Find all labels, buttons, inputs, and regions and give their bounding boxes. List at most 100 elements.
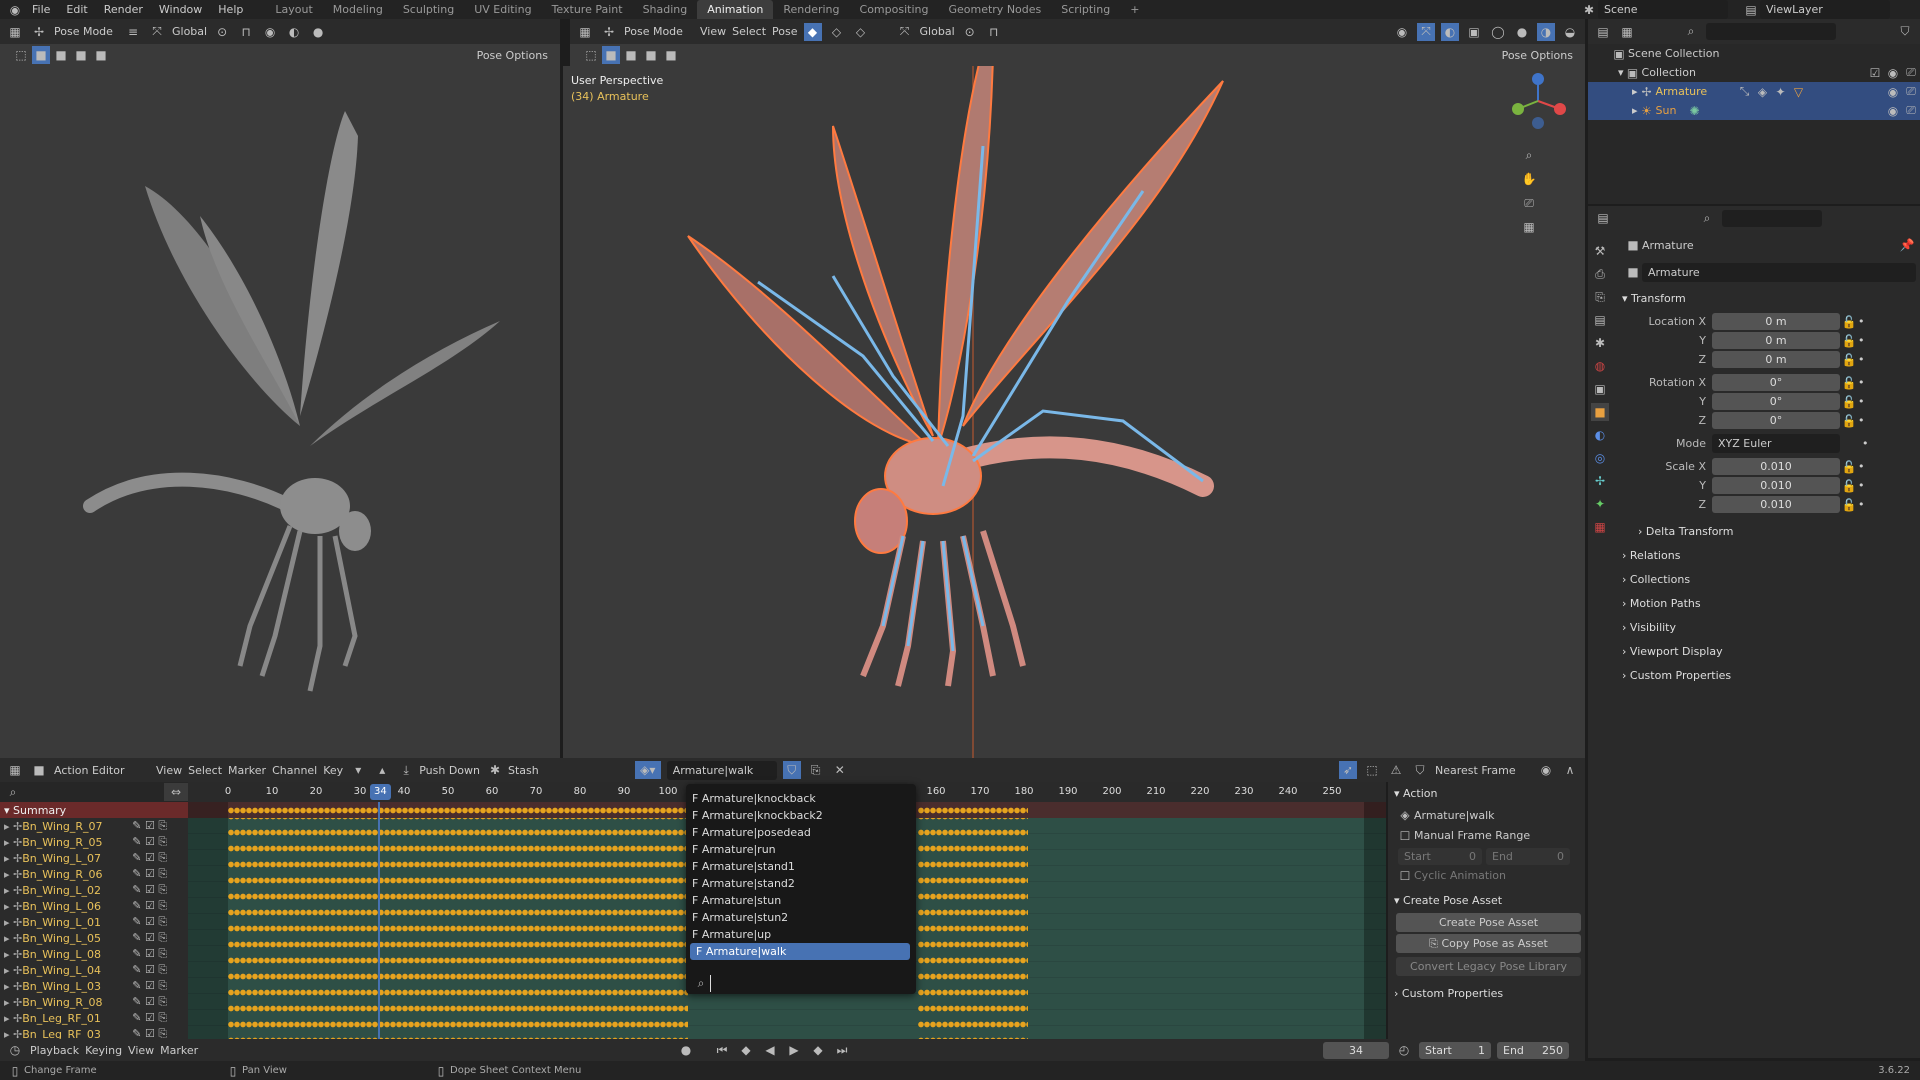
output-tab-icon[interactable]: ⎘ [1591, 288, 1609, 306]
menu-view[interactable]: View [156, 764, 182, 777]
snap-mode-selector[interactable]: Nearest Frame [1435, 764, 1531, 777]
keyframe-dot[interactable]: • [1858, 334, 1865, 347]
select-subtract-icon[interactable]: ■ [72, 46, 90, 64]
checkbox-icon[interactable]: ☐ [1396, 827, 1414, 845]
lock-icon[interactable]: 🔓 [1840, 374, 1858, 392]
unlink-action-icon[interactable]: ✕ [831, 761, 849, 779]
push-down-button[interactable]: ⤓ Push Down [397, 761, 480, 779]
collections-header[interactable]: › Collections [1616, 567, 1916, 591]
left-3d-viewport[interactable] [0, 66, 560, 758]
manual-frame-range-row[interactable]: ☐ Manual Frame Range [1388, 826, 1585, 845]
blender-logo-icon[interactable]: ◉ [6, 1, 24, 19]
custom-properties-header[interactable]: › Custom Properties [1616, 663, 1916, 687]
menu-pose[interactable]: Pose [772, 25, 797, 38]
duplicate-action-icon[interactable]: ⎘ [807, 761, 825, 779]
scene-selector[interactable]: Scene [1598, 0, 1728, 19]
menu-keying[interactable]: Keying [85, 1044, 122, 1057]
menu-render[interactable]: Render [96, 0, 151, 19]
world-tab-icon[interactable]: ◍ [1591, 357, 1609, 375]
tab-animation[interactable]: Animation [697, 0, 774, 19]
custom-props-header[interactable]: › Custom Properties [1388, 982, 1585, 1004]
jump-start-icon[interactable]: ⏮ [713, 1041, 731, 1059]
action-item[interactable]: F Armature|knockback [686, 790, 916, 807]
navigation-gizmo[interactable] [1508, 71, 1568, 131]
tab-scripting[interactable]: Scripting [1051, 0, 1120, 19]
select-subtract-icon[interactable]: ■ [642, 46, 660, 64]
keyframe-dot[interactable]: • [1862, 437, 1869, 450]
clock-icon[interactable]: ◷ [6, 1041, 24, 1059]
lock-icon[interactable]: 🔓 [1840, 313, 1858, 331]
lock-icon[interactable]: 🔓 [1840, 351, 1858, 369]
tab-rendering[interactable]: Rendering [773, 0, 849, 19]
left-orientation-selector[interactable]: Global [172, 25, 207, 38]
errors-icon[interactable]: ⚠ [1387, 761, 1405, 779]
channel-row[interactable]: ▸ ✢ Bn_Wing_L_03 ✎ ☑ ⎘ [0, 978, 188, 994]
prev-keyframe-icon[interactable]: ◆ [737, 1041, 755, 1059]
channel-row[interactable]: ▸ ✢ Bn_Wing_L_02 ✎ ☑ ⎘ [0, 882, 188, 898]
editor-type-icon[interactable]: ▦ [576, 23, 594, 41]
select-box-icon[interactable]: ⬚ [582, 46, 600, 64]
end-frame-field[interactable]: End 250 [1497, 1041, 1569, 1059]
scale-z-field[interactable]: 0.010 [1712, 496, 1840, 513]
current-frame-field[interactable]: 34 [1323, 1041, 1389, 1059]
collection-tab-icon[interactable]: ▣ [1591, 380, 1609, 398]
channel-row[interactable]: ▸ ✢ Bn_Wing_R_07 ✎ ☑ ⎘ [0, 818, 188, 834]
copy-pose-asset-button[interactable]: ⎘ Copy Pose as Asset [1396, 934, 1581, 953]
main-mode-selector[interactable]: Pose Mode [624, 25, 694, 38]
checkbox-icon[interactable]: ☑ [1866, 64, 1884, 82]
collection-row[interactable]: ▾ ▣ Collection ☑ ◉ ⎚ [1588, 63, 1920, 82]
keyframe-dot[interactable]: • [1858, 414, 1865, 427]
editor-type-icon[interactable]: ▤ [1594, 209, 1612, 227]
pose-asset-header[interactable]: ▾ Create Pose Asset [1388, 889, 1585, 911]
channel-row[interactable]: ▸ ✢ Bn_Wing_L_01 ✎ ☑ ⎘ [0, 914, 188, 930]
scene-tab-icon[interactable]: ✱ [1591, 334, 1609, 352]
camera-icon[interactable]: ⎚ [1902, 102, 1920, 120]
keying-set-icon[interactable]: ◇ [852, 23, 870, 41]
prev-layer-icon[interactable]: ▾ [349, 761, 367, 779]
overlay-icon[interactable]: ◐ [285, 23, 303, 41]
keyframe-dot[interactable]: • [1858, 395, 1865, 408]
channel-row[interactable]: ▸ ✢ Bn_Wing_L_07 ✎ ☑ ⎘ [0, 850, 188, 866]
pivot-icon[interactable]: ⊙ [961, 23, 979, 41]
action-panel-header[interactable]: ▾ Action [1388, 782, 1585, 804]
record-icon[interactable]: ● [677, 1041, 695, 1059]
location-y-field[interactable]: 0 m [1712, 332, 1840, 349]
rotation-x-field[interactable]: 0° [1712, 374, 1840, 391]
lock-icon[interactable]: 🔓 [1840, 477, 1858, 495]
tab-uv-editing[interactable]: UV Editing [464, 0, 541, 19]
rotation-y-field[interactable]: 0° [1712, 393, 1840, 410]
channel-row[interactable]: ▸ ✢ Bn_Leg_RF_01 ✎ ☑ ⎘ [0, 1010, 188, 1026]
channel-row[interactable]: ▸ ✢ Bn_Wing_R_05 ✎ ☑ ⎘ [0, 834, 188, 850]
keyframe-dot[interactable]: • [1858, 460, 1865, 473]
menu-edit[interactable]: Edit [58, 0, 95, 19]
menu-select[interactable]: Select [732, 25, 766, 38]
action-name-field[interactable]: Armature|walk [666, 760, 777, 780]
camera-icon[interactable]: ⎚ [1520, 194, 1538, 212]
summary-channel[interactable]: ▾ Summary [0, 802, 188, 818]
rotation-z-field[interactable]: 0° [1712, 412, 1840, 429]
overlay-icon[interactable]: ◐ [1441, 22, 1459, 41]
visibility-header[interactable]: › Visibility [1616, 615, 1916, 639]
keyframe-dot[interactable]: • [1858, 353, 1865, 366]
action-browse-icon[interactable]: ◈▾ [634, 761, 661, 779]
play-icon[interactable]: ▶ [785, 1041, 803, 1059]
filter-icon[interactable]: ⛉ [1896, 23, 1914, 41]
menu-select[interactable]: Select [188, 764, 222, 777]
menu-help[interactable]: Help [210, 0, 251, 19]
select-extend-icon[interactable]: ■ [52, 46, 70, 64]
view-layer-tab-icon[interactable]: ▤ [1591, 311, 1609, 329]
keyframe-dot[interactable]: • [1858, 376, 1865, 389]
collapse-icon[interactable]: ▾ [4, 804, 13, 817]
tab-compositing[interactable]: Compositing [850, 0, 939, 19]
keyframe-dot[interactable]: • [1858, 479, 1865, 492]
action-item[interactable]: F Armature|knockback2 [686, 807, 916, 824]
start-frame-field[interactable]: Start 1 [1419, 1041, 1491, 1059]
physics-tab-icon[interactable]: ◎ [1591, 449, 1609, 467]
hand-pan-icon[interactable]: ✋ [1520, 170, 1538, 188]
visibility-icon[interactable]: ◉ [261, 23, 279, 41]
tool-tab-icon[interactable]: ⚒ [1591, 242, 1609, 260]
rotation-mode-select[interactable]: XYZ Euler [1712, 434, 1840, 453]
eye-icon[interactable]: ◉ [1884, 83, 1902, 101]
shading-wire-icon[interactable]: ◯ [1489, 23, 1507, 41]
view-layer-selector[interactable]: ViewLayer [1760, 0, 1890, 19]
